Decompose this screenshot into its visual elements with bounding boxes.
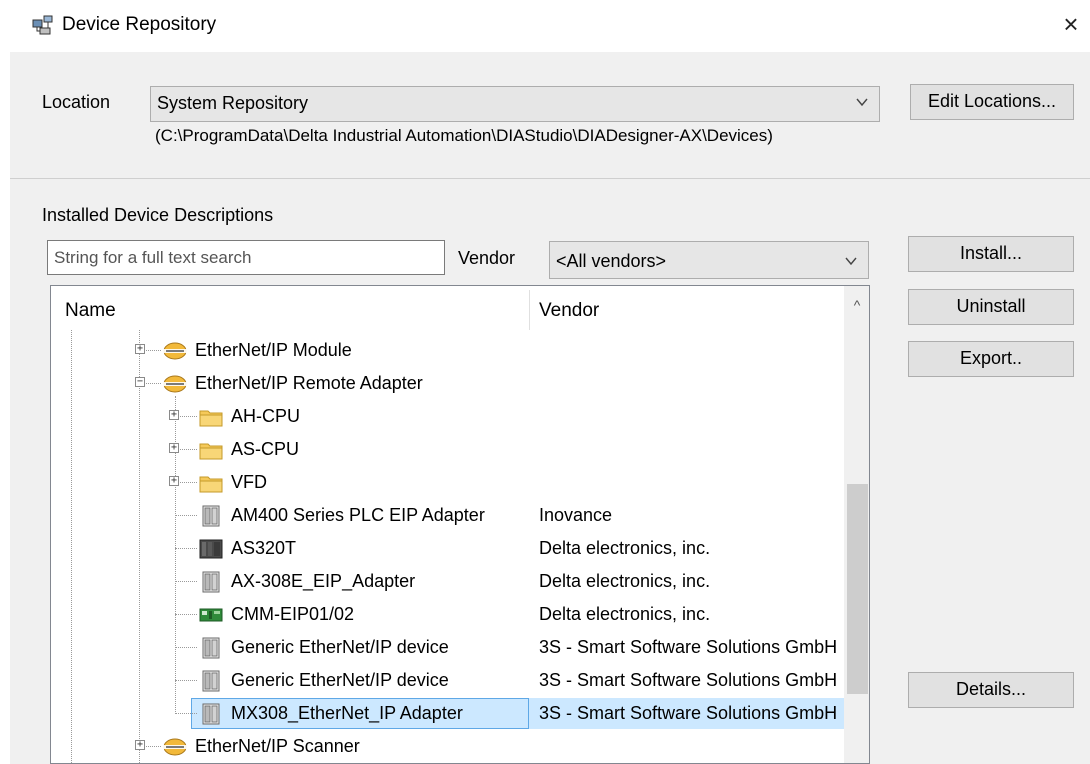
tree-row-label: AS-CPU <box>231 439 300 459</box>
tree-row-vendor: Delta electronics, inc. <box>539 538 711 558</box>
location-path: (C:\ProgramData\Delta Industrial Automat… <box>155 126 773 145</box>
vendor-selected-value: <All vendors> <box>556 251 667 271</box>
tree-row-vendor: 3S - Smart Software Solutions GmbH <box>539 670 838 690</box>
tree-row-label: Generic EtherNet/IP device <box>231 670 449 690</box>
details-button[interactable]: Details... <box>908 672 1074 708</box>
device-module-icon <box>199 571 223 593</box>
tree-row[interactable]: Generic EtherNet/IP device 3S - Smart Sof… <box>51 631 846 664</box>
ethernet-ip-icon <box>163 340 187 362</box>
tree-row-label: MX308_EtherNet_IP Adapter <box>231 703 463 723</box>
window-title: Device Repository <box>62 14 217 35</box>
scroll-up-icon[interactable]: ^ <box>844 292 869 318</box>
location-label: Location <box>42 92 111 112</box>
tree-row[interactable]: AM400 Series PLC EIP Adapter Inovance <box>51 499 846 532</box>
location-selected-value: System Repository <box>157 93 309 113</box>
device-module-icon <box>199 670 223 692</box>
tree-row[interactable]: AS320T Delta electronics, inc. <box>51 532 846 565</box>
installed-section-label: Installed Device Descriptions <box>42 205 274 225</box>
expand-icon[interactable]: + <box>169 443 179 453</box>
vendor-dropdown[interactable]: <All vendors> <box>549 241 869 279</box>
tree-row[interactable]: MX308_EtherNet_IP Adapter 3S - Smart Soft… <box>51 697 846 730</box>
tree-row-label: CMM-EIP01/02 <box>231 604 355 624</box>
close-icon[interactable]: × <box>1058 10 1084 40</box>
device-module-icon <box>199 703 223 725</box>
tree-row-label: VFD <box>231 472 267 492</box>
vertical-scrollbar[interactable]: ^ <box>844 286 869 763</box>
tree-connector-line <box>175 515 197 516</box>
expand-icon[interactable]: + <box>135 740 145 750</box>
edit-locations-button[interactable]: Edit Locations... <box>910 84 1074 120</box>
export-button[interactable]: Export.. <box>908 341 1074 377</box>
expand-icon[interactable]: + <box>169 410 179 420</box>
tree-row-label: Generic EtherNet/IP device <box>231 637 449 657</box>
tree-connector-line <box>175 680 197 681</box>
tree-row-label: AH-CPU <box>231 406 301 426</box>
tree-row-label: AX-308E_EIP_Adapter <box>231 571 416 591</box>
tree-connector-line <box>175 581 197 582</box>
tree-row[interactable]: + AH-CPU <box>51 400 846 433</box>
chevron-down-icon <box>856 98 868 107</box>
tree-row-vendor: Delta electronics, inc. <box>539 604 711 624</box>
tree-row-vendor: Inovance <box>539 505 613 525</box>
folder-icon <box>199 439 223 461</box>
tree-row[interactable]: + AS-CPU <box>51 433 846 466</box>
device-tree[interactable]: Name Vendor + EtherNet/IP Module − EtherNet… <box>50 285 870 764</box>
tree-row[interactable]: CMM-EIP01/02 Delta electronics, inc. <box>51 598 846 631</box>
collapse-icon[interactable]: − <box>135 377 145 387</box>
vendor-filter-label: Vendor <box>458 248 516 268</box>
expand-icon[interactable]: + <box>169 476 179 486</box>
tree-connector-line <box>175 647 197 648</box>
expand-icon[interactable]: + <box>135 344 145 354</box>
ethernet-ip-icon <box>163 373 187 395</box>
tree-connector-line <box>175 548 197 549</box>
tree-connector-line <box>175 713 197 714</box>
tree-row-vendor: Delta electronics, inc. <box>539 571 711 591</box>
location-dropdown[interactable]: System Repository <box>150 86 880 122</box>
folder-icon <box>199 406 223 428</box>
tree-row-label: EtherNet/IP Scanner <box>195 736 360 756</box>
device-module-icon <box>199 637 223 659</box>
tree-row-vendor: 3S - Smart Software Solutions GmbH <box>539 703 838 723</box>
uninstall-button[interactable]: Uninstall <box>908 289 1074 325</box>
tree-connector-line <box>175 614 197 615</box>
folder-icon <box>199 472 223 494</box>
scroll-thumb[interactable] <box>847 484 868 694</box>
plc-dark-icon <box>199 538 223 560</box>
tree-row[interactable]: + EtherNet/IP Module <box>51 334 846 367</box>
tree-row-label: EtherNet/IP Remote Adapter <box>195 373 423 393</box>
tree-row[interactable]: + EtherNet/IP Scanner <box>51 730 846 763</box>
device-repository-icon <box>32 15 53 35</box>
ethernet-ip-icon <box>163 736 187 758</box>
tree-row-label: EtherNet/IP Module <box>195 340 352 360</box>
tree-row-label: AM400 Series PLC EIP Adapter <box>231 505 485 525</box>
tree-row[interactable]: Generic EtherNet/IP device 3S - Smart Sof… <box>51 664 846 697</box>
tree-rows: + EtherNet/IP Module − EtherNet/IP Remote A… <box>51 286 846 763</box>
search-input[interactable] <box>48 241 444 274</box>
chevron-down-icon <box>845 257 857 266</box>
tree-row-vendor: 3S - Smart Software Solutions GmbH <box>539 637 838 657</box>
tree-row[interactable]: AX-308E_EIP_Adapter Delta electronics, in… <box>51 565 846 598</box>
tree-row-label: AS320T <box>231 538 297 558</box>
tree-row[interactable]: + VFD <box>51 466 846 499</box>
install-button[interactable]: Install... <box>908 236 1074 272</box>
search-input-wrapper <box>47 240 445 275</box>
tree-row[interactable]: − EtherNet/IP Remote Adapter <box>51 367 846 400</box>
device-module-icon <box>199 505 223 527</box>
card-module-icon <box>199 604 223 626</box>
